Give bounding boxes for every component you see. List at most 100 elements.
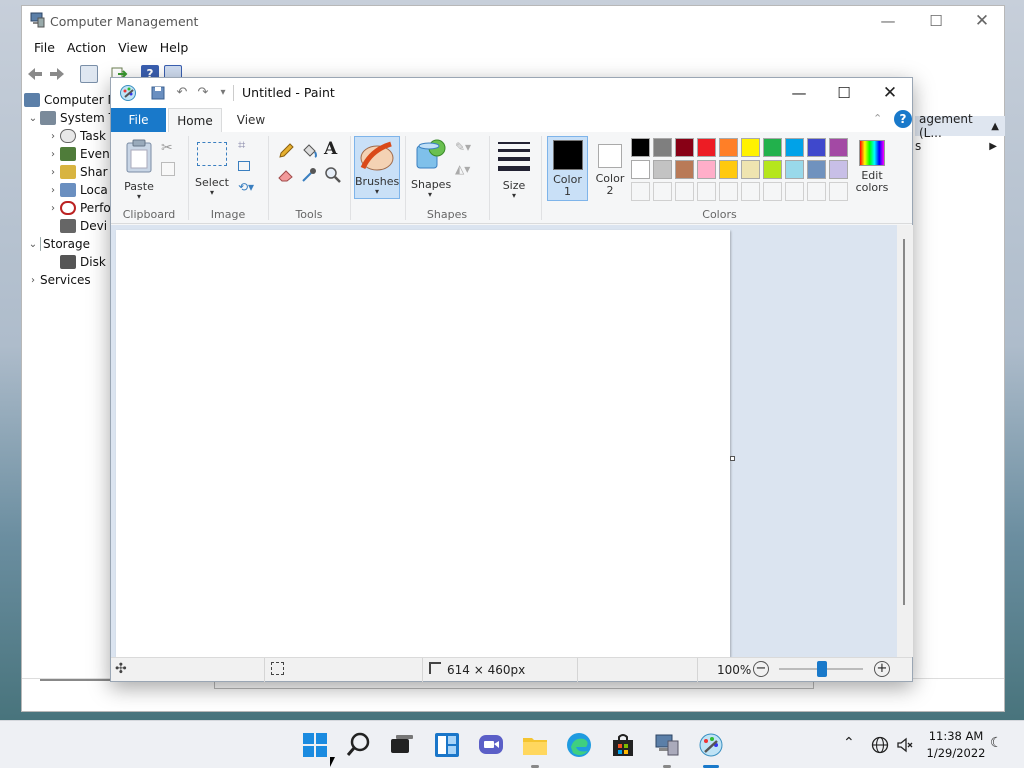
tree-item-local-users[interactable]: › Loca	[22, 181, 122, 199]
paint-app-icon[interactable]	[119, 84, 137, 102]
cm-hscrollbar-thumb[interactable]	[40, 679, 112, 681]
shapes-button[interactable]: Shapes ▾	[411, 138, 451, 199]
actions-header[interactable]: agement (L... ▲	[915, 112, 1005, 140]
chat-icon[interactable]	[478, 732, 504, 758]
tree-item-device-manager[interactable]: Devi	[22, 217, 122, 235]
cm-menu-view[interactable]: View	[118, 40, 148, 55]
tab-home[interactable]: Home	[168, 108, 222, 133]
palette-swatch[interactable]	[785, 160, 804, 179]
file-explorer-icon[interactable]	[522, 732, 548, 758]
cm-maximize-button[interactable]: ☐	[913, 6, 959, 36]
tree-item-computer[interactable]: Computer M	[22, 91, 122, 109]
color-picker-icon[interactable]	[300, 166, 318, 184]
computer-management-taskbar-icon[interactable]	[654, 732, 680, 758]
cm-hscrollbar[interactable]	[214, 681, 814, 689]
eraser-icon[interactable]	[277, 166, 295, 184]
outline-icon[interactable]: ✎▾	[455, 140, 471, 154]
paste-button[interactable]: Paste ▾	[121, 138, 157, 201]
task-view-icon[interactable]	[389, 732, 415, 758]
forward-arrow-icon[interactable]	[48, 65, 66, 83]
tab-view[interactable]: View	[229, 108, 273, 132]
crop-icon[interactable]: ⌗	[238, 138, 245, 153]
tab-file[interactable]: File	[111, 108, 166, 132]
chevron-right-icon[interactable]: ▶	[989, 141, 997, 152]
chevron-right-icon[interactable]: ›	[26, 275, 40, 286]
custom-color-slot[interactable]	[785, 182, 804, 201]
custom-color-slot[interactable]	[631, 182, 650, 201]
paint-close-button[interactable]: ✕	[867, 78, 913, 108]
cm-close-button[interactable]: ✕	[959, 6, 1005, 36]
fill-icon[interactable]: ◭▾	[455, 162, 470, 176]
tree-item-services[interactable]: › Services	[22, 271, 122, 289]
select-dropdown-icon[interactable]: ▾	[193, 189, 231, 197]
custom-color-slot[interactable]	[807, 182, 826, 201]
chevron-right-icon[interactable]: ›	[46, 131, 60, 142]
paste-dropdown-icon[interactable]: ▾	[121, 193, 157, 201]
chevron-right-icon[interactable]: ›	[46, 167, 60, 178]
tree-item-disk-management[interactable]: Disk	[22, 253, 122, 271]
undo-icon[interactable]: ↶	[174, 85, 190, 101]
edge-icon[interactable]	[566, 732, 592, 758]
fill-bucket-icon[interactable]	[300, 142, 318, 160]
show-console-tree-icon[interactable]	[80, 65, 98, 83]
rotate-icon[interactable]: ⟲▾	[238, 180, 254, 194]
palette-swatch[interactable]	[631, 160, 650, 179]
search-icon[interactable]	[346, 732, 372, 758]
notifications-icon[interactable]: ☾	[990, 735, 1003, 751]
zoom-in-icon[interactable]: +	[874, 661, 890, 677]
brushes-button[interactable]: Brushes ▾	[354, 136, 400, 199]
clock-date[interactable]: 1/29/2022	[920, 746, 992, 760]
palette-swatch[interactable]	[807, 160, 826, 179]
text-tool-icon[interactable]: A	[324, 139, 337, 159]
cm-menu-action[interactable]: Action	[67, 40, 106, 55]
custom-color-slot[interactable]	[763, 182, 782, 201]
chevron-up-icon[interactable]: ⌃	[843, 735, 855, 751]
cm-minimize-button[interactable]: —	[865, 6, 911, 36]
palette-swatch[interactable]	[829, 138, 848, 157]
palette-swatch[interactable]	[631, 138, 650, 157]
back-arrow-icon[interactable]	[26, 65, 44, 83]
custom-color-slot[interactable]	[719, 182, 738, 201]
canvas-resize-handle[interactable]	[730, 456, 735, 461]
customize-quick-access-icon[interactable]: ▾	[215, 85, 231, 101]
palette-swatch[interactable]	[697, 160, 716, 179]
drawing-canvas[interactable]	[116, 230, 730, 657]
color2-button[interactable]: Color 2	[592, 136, 628, 201]
magnifier-icon[interactable]	[324, 166, 342, 184]
help-icon[interactable]: ?	[894, 110, 912, 128]
custom-color-slot[interactable]	[697, 182, 716, 201]
cm-menu-help[interactable]: Help	[160, 40, 189, 55]
tree-item-task-scheduler[interactable]: › Task	[22, 127, 122, 145]
widgets-icon[interactable]	[434, 732, 460, 758]
start-windows-icon[interactable]	[302, 732, 328, 758]
chevron-right-icon[interactable]: ›	[46, 149, 60, 160]
size-dropdown-icon[interactable]: ▾	[495, 192, 533, 200]
palette-swatch[interactable]	[653, 138, 672, 157]
copy-icon[interactable]	[161, 162, 175, 176]
cm-title-bar[interactable]: Computer Management — ☐ ✕	[22, 6, 1004, 36]
paint-taskbar-icon[interactable]	[698, 732, 724, 758]
tree-item-system-tools[interactable]: ⌄ System T	[22, 109, 122, 127]
palette-swatch[interactable]	[763, 138, 782, 157]
chevron-down-icon[interactable]: ⌄	[26, 239, 40, 250]
cut-icon[interactable]: ✂	[161, 140, 173, 156]
clock-time[interactable]: 11:38 AM	[920, 729, 992, 743]
brushes-dropdown-icon[interactable]: ▾	[355, 188, 399, 196]
custom-color-slot[interactable]	[653, 182, 672, 201]
color1-button[interactable]: Color 1	[547, 136, 588, 201]
palette-swatch[interactable]	[763, 160, 782, 179]
custom-color-slot[interactable]	[829, 182, 848, 201]
save-icon[interactable]	[150, 85, 166, 101]
edit-colors-button[interactable]: Edit colors	[852, 138, 892, 202]
tree-item-shared-folders[interactable]: › Shar	[22, 163, 122, 181]
store-icon[interactable]	[610, 732, 636, 758]
paint-maximize-button[interactable]: ☐	[821, 78, 867, 108]
palette-swatch[interactable]	[719, 138, 738, 157]
cm-menu-file[interactable]: File	[34, 40, 55, 55]
resize-icon[interactable]	[238, 161, 250, 171]
collapse-up-icon[interactable]: ▲	[991, 121, 999, 132]
minimize-ribbon-icon[interactable]: ⌃	[873, 112, 882, 125]
tree-item-performance[interactable]: › Perfo	[22, 199, 122, 217]
paint-title-bar[interactable]: ↶ ↷ ▾ Untitled - Paint — ☐ ✕	[111, 78, 912, 108]
custom-color-slot[interactable]	[741, 182, 760, 201]
